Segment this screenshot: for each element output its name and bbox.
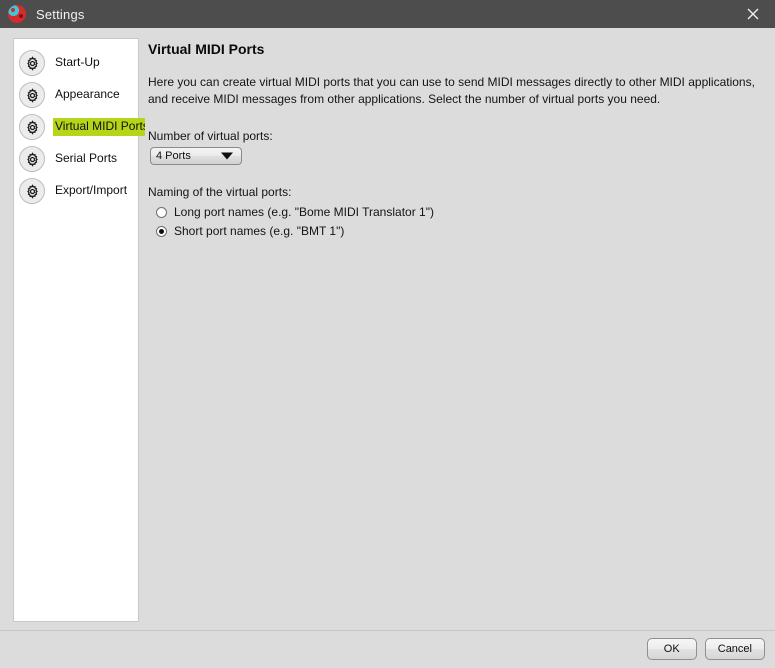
- sidebar-item-label: Export/Import: [55, 183, 128, 197]
- sidebar-item-label: Virtual MIDI Ports: [53, 118, 152, 136]
- sidebar-item-label: Start-Up: [55, 55, 100, 69]
- settings-detail-panel: Virtual MIDI Ports Here you can create v…: [145, 38, 766, 622]
- footer-button-group: OK Cancel: [646, 638, 765, 660]
- ports-count-dropdown[interactable]: 4 Ports: [150, 147, 242, 165]
- ok-button[interactable]: OK: [646, 638, 697, 660]
- window-title: Settings: [36, 6, 85, 22]
- radio-short-port-names[interactable]: Short port names (e.g. "BMT 1"): [156, 224, 766, 238]
- page-title: Virtual MIDI Ports: [148, 41, 265, 57]
- dialog-footer: OK Cancel: [0, 630, 775, 668]
- gear-icon: [19, 178, 45, 204]
- radio-label: Short port names (e.g. "BMT 1"): [174, 224, 345, 238]
- sidebar-item-virtual-midi-ports[interactable]: Virtual MIDI Ports: [14, 111, 152, 143]
- gear-icon: [19, 114, 45, 140]
- sidebar-item-label: Serial Ports: [55, 151, 118, 165]
- gear-icon: [19, 146, 45, 172]
- radio-icon-selected: [156, 225, 167, 237]
- page-description: Here you can create virtual MIDI ports t…: [148, 75, 755, 106]
- titlebar: Settings: [0, 0, 775, 28]
- sidebar-item-label: Appearance: [55, 87, 120, 101]
- gear-icon: [19, 50, 45, 76]
- sidebar-item-export-import[interactable]: Export/Import: [14, 175, 138, 207]
- ports-count-value: 4 Ports: [156, 150, 191, 162]
- bome-logo-icon: [8, 5, 26, 23]
- sidebar-item-appearance[interactable]: Appearance: [14, 79, 138, 111]
- radio-label: Long port names (e.g. "Bome MIDI Transla…: [174, 205, 434, 219]
- sidebar-item-start-up[interactable]: Start-Up: [14, 47, 138, 79]
- cancel-button[interactable]: Cancel: [704, 638, 765, 660]
- gear-icon: [19, 82, 45, 108]
- close-icon: [747, 8, 759, 20]
- content-region: Start-Up Appearance Virtual MIDI Ports S…: [0, 28, 775, 630]
- radio-icon: [156, 206, 167, 218]
- ports-count-label: Number of virtual ports:: [148, 129, 273, 143]
- naming-group-label: Naming of the virtual ports:: [148, 185, 292, 199]
- sidebar-item-serial-ports[interactable]: Serial Ports: [14, 143, 138, 175]
- settings-category-list: Start-Up Appearance Virtual MIDI Ports S…: [13, 38, 152, 622]
- close-button[interactable]: [731, 0, 775, 28]
- chevron-down-icon: [221, 152, 233, 160]
- radio-long-port-names[interactable]: Long port names (e.g. "Bome MIDI Transla…: [156, 205, 766, 219]
- settings-window: Settings Start-Up Appearance Virtual MID…: [0, 0, 775, 668]
